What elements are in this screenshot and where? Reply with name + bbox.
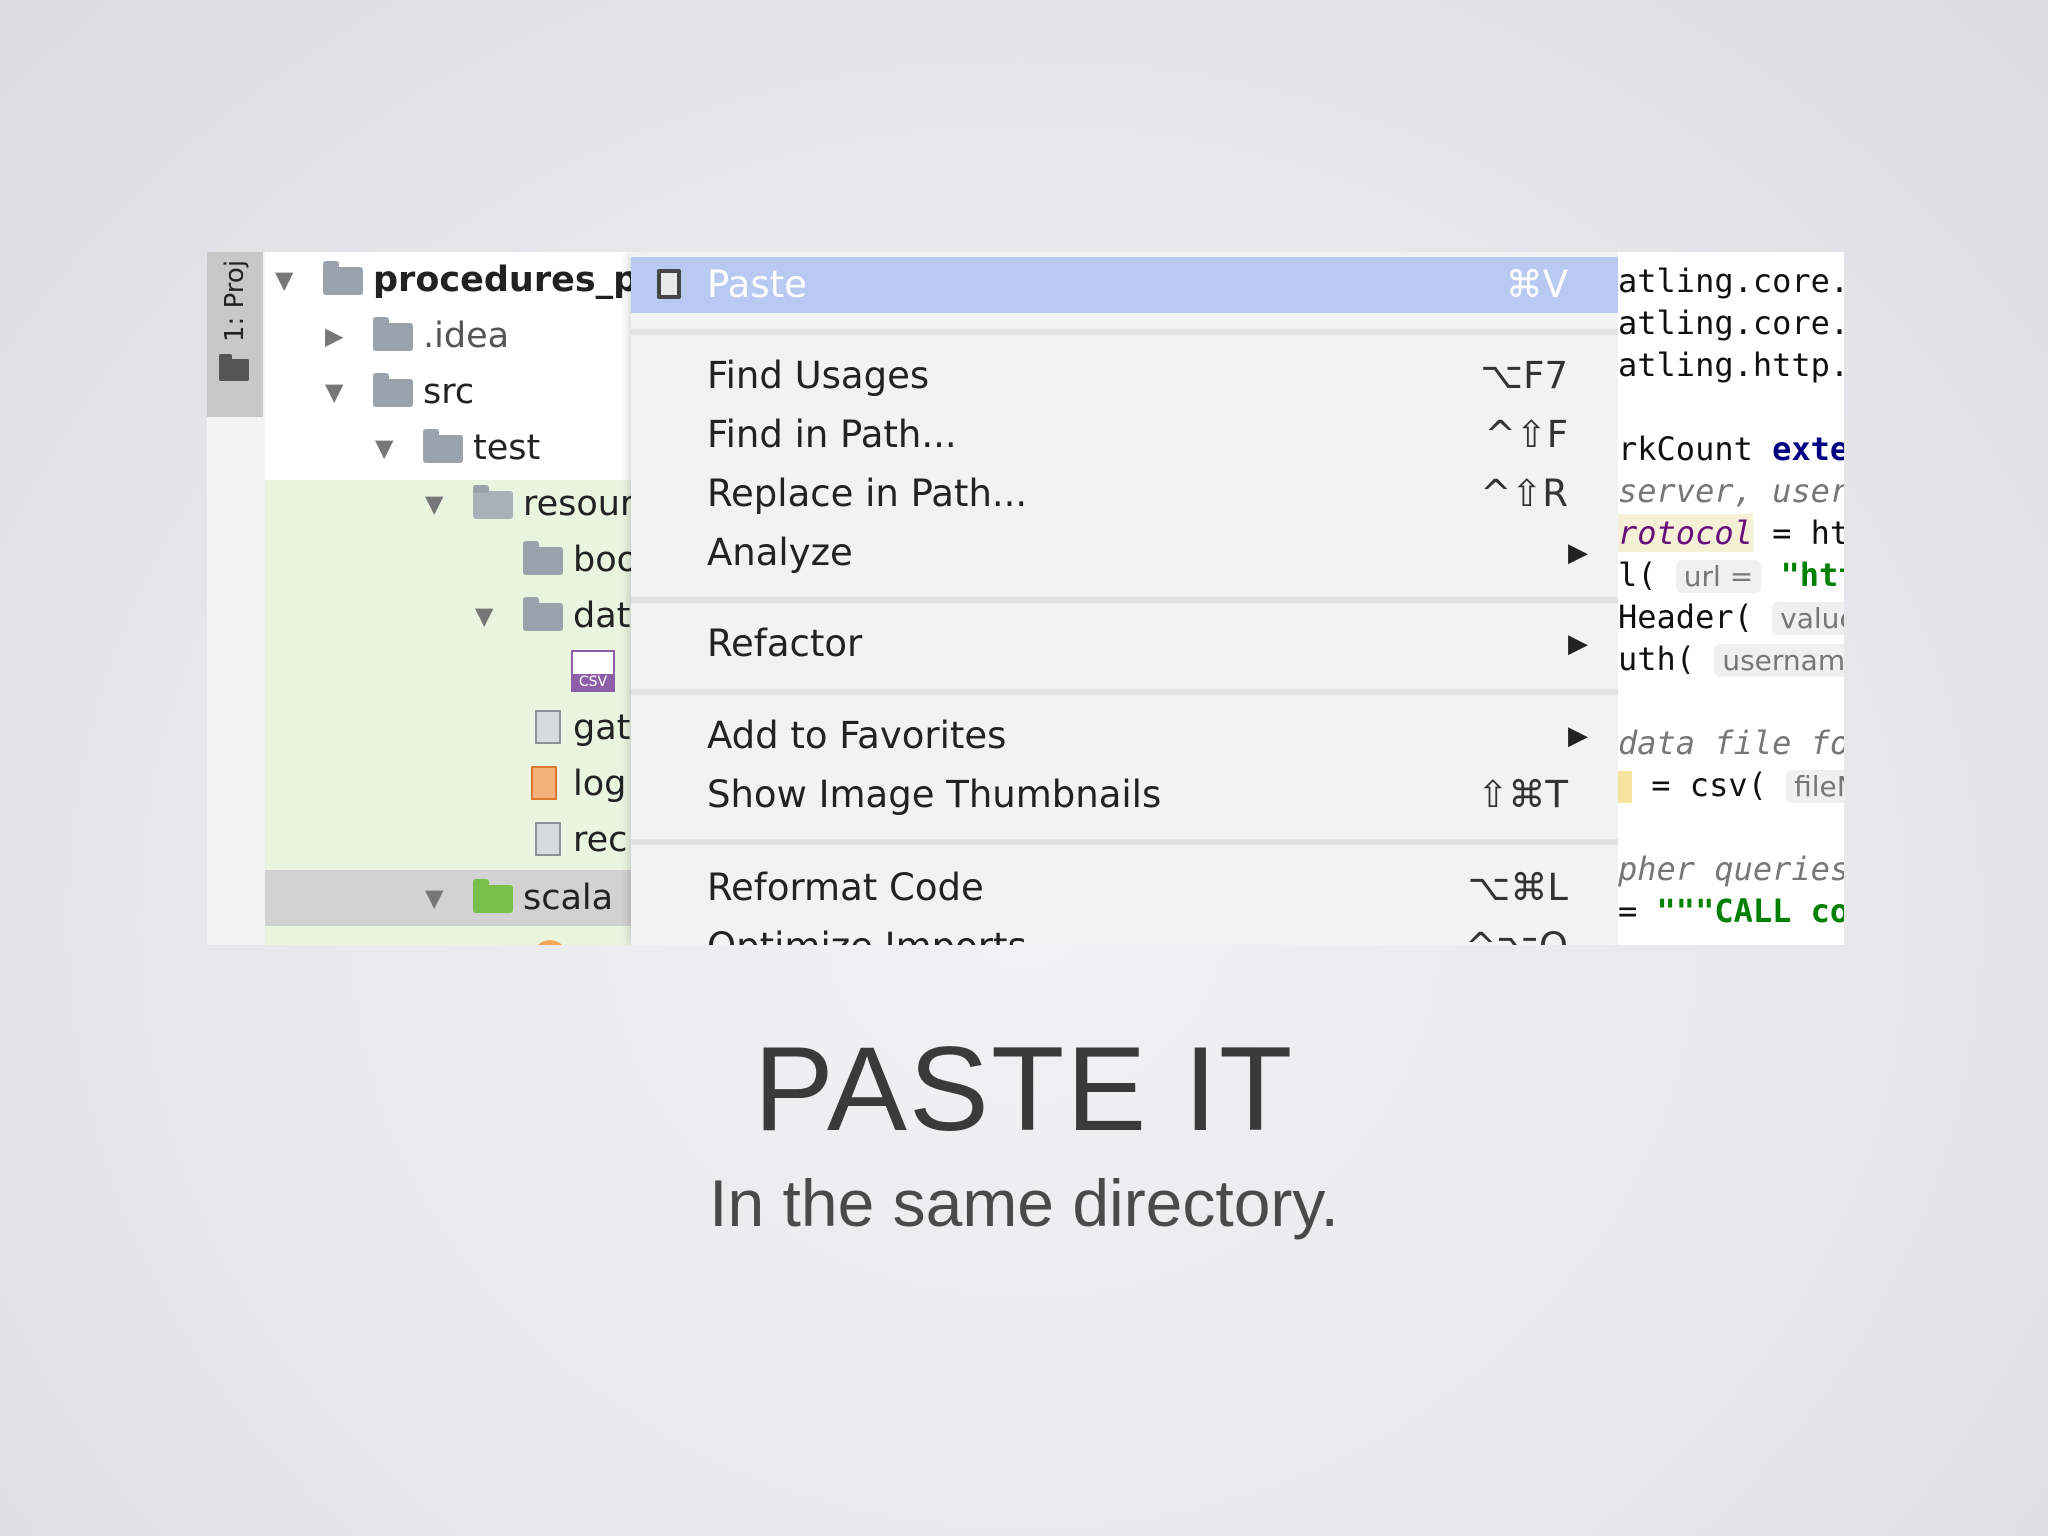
submenu-arrow-icon: ▶ xyxy=(1568,538,1588,568)
shortcut-label: ⇧⌘T xyxy=(1477,773,1568,816)
expand-arrow-icon[interactable]: ▼ xyxy=(475,588,493,644)
menu-separator xyxy=(631,839,1618,845)
folder-icon xyxy=(219,354,249,381)
code-line: atling.core.I xyxy=(1618,262,1844,300)
menu-item-paste[interactable]: Paste ⌘V xyxy=(631,257,1618,313)
slide-subtitle: In the same directory. xyxy=(709,1166,1339,1240)
code-comment-line: pher queries xyxy=(1618,850,1844,888)
menu-separator xyxy=(631,329,1618,335)
folder-icon xyxy=(423,429,463,463)
menu-item-reformat-code[interactable]: Reformat Code ⌥⌘L xyxy=(631,860,1618,916)
tree-item-label: dat xyxy=(573,596,631,636)
menu-separator xyxy=(631,597,1618,603)
code-editor[interactable]: atling.core.I atling.core.: atling.http.… xyxy=(1618,252,1844,945)
tool-window-strip[interactable]: 1: Proj xyxy=(207,252,263,417)
parameter-hint: fileN xyxy=(1786,770,1844,803)
xml-file-icon xyxy=(531,766,557,800)
text-file-icon xyxy=(535,710,561,744)
shortcut-label: ⌘V xyxy=(1505,263,1568,306)
tree-item-label: boo xyxy=(573,540,639,580)
expand-arrow-icon[interactable]: ▼ xyxy=(375,420,393,476)
menu-item-refactor[interactable]: Refactor ▶ xyxy=(631,616,1618,672)
tree-item-label: .idea xyxy=(423,316,510,356)
code-line: rotocol = ht xyxy=(1618,514,1844,552)
folder-icon xyxy=(523,541,563,575)
ide-screenshot: 1: Proj ▼ procedures_pr ▶ .idea ▼ src ▼ … xyxy=(207,252,1844,945)
menu-item-analyze[interactable]: Analyze ▶ xyxy=(631,525,1618,581)
submenu-arrow-icon: ▶ xyxy=(1568,629,1588,659)
shortcut-label: ^⇧R xyxy=(1480,472,1568,515)
expand-arrow-icon[interactable]: ▼ xyxy=(325,364,343,420)
expand-arrow-icon[interactable]: ▼ xyxy=(425,476,443,532)
folder-icon xyxy=(523,597,563,631)
menu-item-find-in-path[interactable]: Find in Path... ^⇧F xyxy=(631,407,1618,463)
code-line: rkCount exter xyxy=(1618,430,1844,468)
code-line: l( url = "http xyxy=(1618,556,1844,594)
text-file-icon xyxy=(535,822,561,856)
menu-item-optimize-imports[interactable]: Optimize Imports ^⌥O xyxy=(631,919,1618,945)
shortcut-label: ^⌥O xyxy=(1465,919,1568,945)
expand-arrow-icon[interactable]: ▼ xyxy=(425,870,443,926)
slide-title: PASTE IT xyxy=(753,1022,1295,1156)
tree-item-label: src xyxy=(423,372,475,412)
code-line: atling.core.: xyxy=(1618,304,1844,342)
parameter-hint: url = xyxy=(1675,560,1762,593)
menu-item-show-image-thumbnails[interactable]: Show Image Thumbnails ⇧⌘T xyxy=(631,767,1618,823)
collapse-arrow-icon[interactable]: ▶ xyxy=(325,308,343,364)
code-line: atling.http.I xyxy=(1618,346,1844,384)
code-line: = csv( fileN xyxy=(1618,764,1844,806)
tree-item-label: scala xyxy=(523,878,614,918)
menu-item-find-usages[interactable]: Find Usages ⌥F7 xyxy=(631,348,1618,404)
tree-item-label: log xyxy=(573,764,627,804)
variable-highlight xyxy=(1618,771,1632,803)
context-menu: Paste ⌘V Find Usages ⌥F7 Find in Path...… xyxy=(631,252,1618,945)
folder-icon xyxy=(373,373,413,407)
tree-item-label: test xyxy=(473,428,541,468)
csv-file-icon: CSV xyxy=(571,650,615,692)
shortcut-label: ⌥F7 xyxy=(1480,354,1568,397)
parameter-hint: username xyxy=(1714,644,1844,677)
menu-separator xyxy=(631,689,1618,695)
module-folder-icon xyxy=(323,261,363,295)
tree-item-label: resour xyxy=(523,484,635,524)
code-comment-line: data file fo xyxy=(1618,724,1844,762)
shortcut-label: ^⇧F xyxy=(1484,413,1568,456)
tree-item-label: procedures_pr xyxy=(373,260,656,300)
clipboard-icon xyxy=(657,269,681,299)
code-line: Header( value xyxy=(1618,596,1844,638)
code-line: = """CALL co xyxy=(1618,892,1844,930)
tree-item-label: rec xyxy=(573,820,628,860)
folder-icon xyxy=(373,317,413,351)
submenu-arrow-icon: ▶ xyxy=(1568,721,1588,751)
code-line: uth( username xyxy=(1618,638,1844,680)
project-tool-window-label[interactable]: 1: Proj xyxy=(215,252,255,342)
test-folder-icon xyxy=(473,879,513,913)
project-tree: ▼ procedures_pr ▶ .idea ▼ src ▼ test ▼ r… xyxy=(265,252,690,945)
tree-item-label: gat xyxy=(573,708,631,748)
menu-item-replace-in-path[interactable]: Replace in Path... ^⇧R xyxy=(631,466,1618,522)
menu-item-add-to-favorites[interactable]: Add to Favorites ▶ xyxy=(631,708,1618,764)
parameter-hint: value xyxy=(1772,602,1844,635)
expand-arrow-icon[interactable]: ▼ xyxy=(275,252,293,308)
resources-folder-icon xyxy=(473,485,513,519)
shortcut-label: ⌥⌘L xyxy=(1467,866,1568,909)
code-line: server, useri xyxy=(1618,472,1844,510)
